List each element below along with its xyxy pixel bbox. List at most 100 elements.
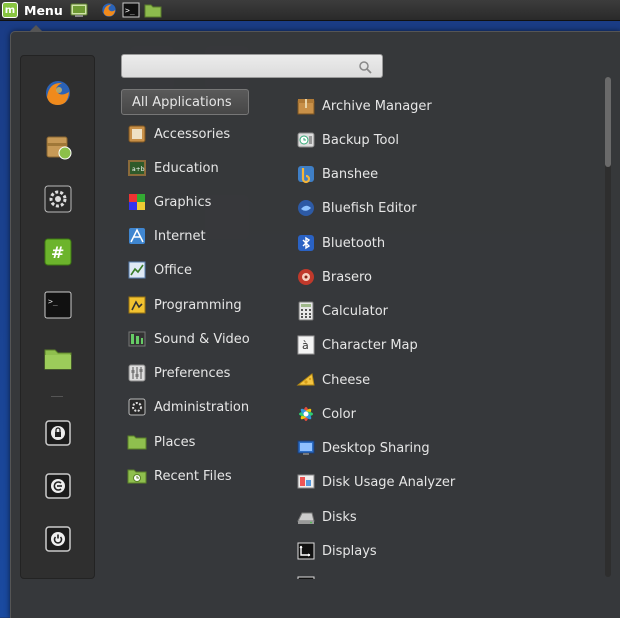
- shutdown-icon[interactable]: [43, 524, 73, 554]
- category-programming[interactable]: Programming: [127, 292, 242, 318]
- category-label: Preferences: [154, 365, 231, 381]
- category-all-applications[interactable]: All Applications: [121, 89, 249, 115]
- folder-icon[interactable]: [144, 2, 162, 18]
- app-bluefish-editor[interactable]: Bluefish Editor: [296, 195, 417, 221]
- app-brasero[interactable]: Brasero: [296, 264, 372, 290]
- app-label: Color: [322, 406, 356, 422]
- administration-icon: [128, 398, 146, 416]
- app-color[interactable]: Color: [296, 401, 356, 427]
- character-map-icon: à: [297, 335, 315, 355]
- app-label: Disk Usage Analyzer: [322, 474, 456, 490]
- app-label: Calculator: [322, 303, 389, 319]
- menu-button-label: Menu: [24, 2, 63, 18]
- firefox-icon[interactable]: [100, 2, 118, 18]
- archive-icon: [297, 99, 315, 115]
- application-menu: # >_ All Applications Accessories a+b Ed…: [10, 25, 620, 618]
- svg-text:>_: >_: [48, 297, 58, 306]
- category-label: Office: [154, 262, 192, 278]
- preferences-icon: [128, 364, 146, 382]
- office-icon: [128, 261, 146, 279]
- category-label: Education: [154, 160, 219, 176]
- app-archive-manager[interactable]: Archive Manager: [296, 93, 432, 119]
- category-administration[interactable]: Administration: [127, 394, 249, 420]
- app-cheese[interactable]: Cheese: [296, 367, 370, 393]
- bluetooth-icon: [298, 235, 314, 251]
- svg-text:a+b: a+b: [132, 166, 145, 173]
- category-places[interactable]: Places: [127, 429, 195, 455]
- lock-screen-icon[interactable]: [43, 418, 73, 448]
- app-label: Displays: [322, 543, 377, 559]
- app-list-scrollbar[interactable]: [605, 77, 611, 577]
- app-label: Cheese: [322, 372, 371, 388]
- cheese-icon: [296, 373, 315, 386]
- app-bluetooth[interactable]: Bluetooth: [296, 230, 385, 256]
- svg-text:>_: >_: [125, 6, 135, 15]
- app-banshee[interactable]: Banshee: [296, 161, 378, 187]
- hash-terminal-favorite-icon[interactable]: #: [43, 237, 73, 267]
- favorites-panel: # >_: [20, 55, 95, 579]
- app-disk-usage-analyzer[interactable]: Disk Usage Analyzer: [296, 469, 455, 495]
- category-label: All Applications: [132, 94, 232, 110]
- app-disks[interactable]: Disks: [296, 504, 357, 530]
- home-folder-favorite-icon[interactable]: [43, 343, 73, 373]
- terminal-icon[interactable]: >_: [122, 2, 140, 18]
- app-label: Bluefish Editor: [322, 200, 417, 216]
- category-office[interactable]: Office: [127, 257, 192, 283]
- accessories-icon: [128, 125, 146, 143]
- search-box: [121, 54, 383, 78]
- menu-button[interactable]: m Menu: [2, 1, 69, 19]
- color-icon: [299, 407, 313, 421]
- desktop-sharing-icon: [297, 440, 315, 455]
- app-desktop-sharing[interactable]: Desktop Sharing: [296, 435, 430, 461]
- banshee-icon: [298, 166, 314, 184]
- search-icon: [359, 61, 372, 74]
- logout-icon[interactable]: [43, 471, 73, 501]
- category-label: Sound & Video: [154, 331, 250, 347]
- disk-usage-icon: [297, 474, 315, 489]
- disks-icon: [297, 512, 315, 524]
- search-input[interactable]: [128, 58, 354, 74]
- app-character-map[interactable]: à Character Map: [296, 332, 418, 358]
- sound-video-icon: [128, 331, 146, 347]
- category-label: Programming: [154, 297, 242, 313]
- graphics-icon: [129, 194, 145, 210]
- brasero-icon: [298, 269, 314, 285]
- linux-mint-logo-icon: m: [2, 2, 18, 18]
- category-preferences[interactable]: Preferences: [127, 360, 230, 386]
- app-label: Brasero: [322, 269, 373, 285]
- top-panel: m Menu >_: [0, 0, 620, 21]
- bluefish-icon: [298, 200, 314, 216]
- app-label: Disks: [322, 509, 357, 525]
- app-next-partial: [296, 572, 322, 579]
- app-backup-tool[interactable]: Backup Tool: [296, 127, 399, 153]
- app-label: Desktop Sharing: [322, 440, 430, 456]
- category-label: Graphics: [154, 194, 212, 210]
- category-sound-video[interactable]: Sound & Video: [127, 326, 250, 352]
- app-displays[interactable]: Displays: [296, 538, 377, 564]
- category-internet[interactable]: Internet: [127, 223, 206, 249]
- firefox-favorite-icon[interactable]: [43, 78, 73, 108]
- scrollbar-thumb[interactable]: [605, 77, 611, 167]
- category-label: Administration: [154, 399, 250, 415]
- category-label: Recent Files: [154, 468, 232, 484]
- category-education[interactable]: a+b Education: [127, 155, 219, 181]
- software-manager-favorite-icon[interactable]: [43, 131, 73, 161]
- category-recent-files[interactable]: Recent Files: [127, 463, 232, 489]
- category-graphics[interactable]: Graphics: [127, 189, 211, 215]
- backup-icon: [297, 132, 315, 148]
- partial-app-icon: [297, 576, 315, 579]
- recent-files-icon: [127, 469, 147, 484]
- terminal-favorite-icon[interactable]: >_: [43, 290, 73, 320]
- category-label: Internet: [154, 228, 206, 244]
- show-desktop-icon[interactable]: [70, 2, 88, 18]
- app-calculator[interactable]: Calculator: [296, 298, 388, 324]
- app-label: Character Map: [322, 337, 418, 353]
- app-label: Backup Tool: [322, 132, 400, 148]
- category-label: Accessories: [154, 126, 231, 142]
- system-settings-favorite-icon[interactable]: [43, 184, 73, 214]
- svg-text:à: à: [302, 339, 309, 352]
- calculator-icon: [298, 301, 314, 321]
- places-icon: [127, 435, 147, 450]
- application-list: Archive Manager Backup Tool Banshee Blue…: [294, 89, 594, 579]
- category-accessories[interactable]: Accessories: [127, 121, 230, 147]
